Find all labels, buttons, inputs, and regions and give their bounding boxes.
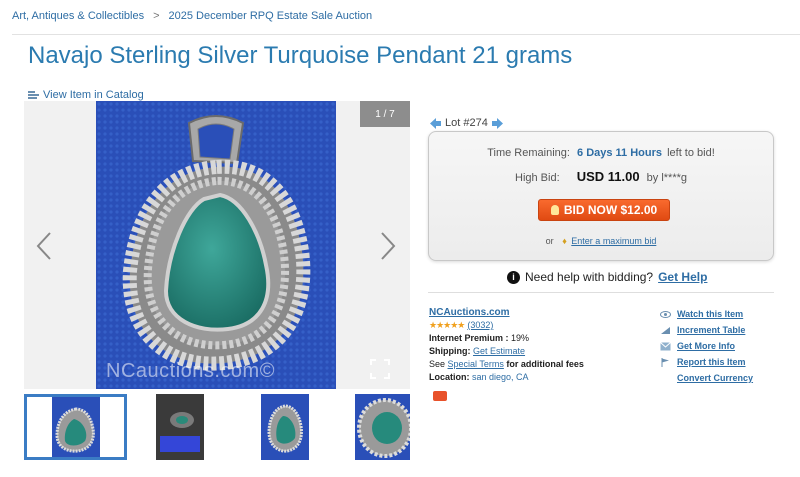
seller-name-link[interactable]: NCAuctions.com bbox=[429, 307, 510, 318]
image-counter: 1 / 7 bbox=[360, 101, 410, 127]
get-more-info-link[interactable]: Get More Info bbox=[677, 338, 735, 354]
image-viewer: 1 / 7 NCauctions.com© bbox=[24, 101, 410, 389]
chart-icon bbox=[661, 326, 670, 334]
lot-number: Lot #274 bbox=[445, 117, 488, 129]
increment-table-link[interactable]: Increment Table bbox=[677, 322, 745, 338]
arrow-right-icon[interactable] bbox=[491, 117, 503, 129]
bid-now-button[interactable]: BID NOW $12.00 bbox=[538, 199, 670, 221]
more-info-action[interactable]: Get More Info bbox=[660, 338, 753, 354]
report-item-link[interactable]: Report this Item bbox=[677, 354, 746, 370]
max-bid-icon: ♦ bbox=[562, 236, 567, 246]
thumbnail-image bbox=[52, 397, 100, 457]
breadcrumb-link-category[interactable]: Art, Antiques & Collectibles bbox=[12, 10, 144, 22]
convert-currency-link[interactable]: Convert Currency bbox=[677, 370, 753, 386]
flag-icon bbox=[661, 357, 669, 367]
time-remaining-suffix: left to bid! bbox=[667, 147, 715, 159]
high-bid-amount: USD 11.00 bbox=[576, 169, 640, 184]
seller-badge-icon bbox=[433, 391, 447, 401]
watch-item-link[interactable]: Watch this Item bbox=[677, 306, 743, 322]
or-text: or bbox=[545, 236, 554, 246]
shipping-label: Shipping: bbox=[429, 346, 471, 356]
thumbnail-1[interactable] bbox=[24, 394, 127, 460]
envelope-icon bbox=[660, 341, 671, 350]
see-text: See bbox=[429, 359, 446, 369]
report-item-action[interactable]: Report this Item bbox=[660, 354, 753, 370]
view-in-catalog-link[interactable]: View Item in Catalog bbox=[28, 89, 144, 101]
max-bid-row: or ♦ Enter a maximum bid bbox=[429, 236, 773, 246]
fees-text: for additional fees bbox=[506, 359, 584, 369]
premium-label: Internet Premium : bbox=[429, 333, 509, 343]
seller-info: NCAuctions.com ★★★★★ (3032) Internet Prem… bbox=[429, 306, 584, 384]
main-item-photo[interactable] bbox=[96, 101, 336, 389]
page-title: Navajo Sterling Silver Turquoise Pendant… bbox=[28, 42, 573, 69]
shipping-estimate-link[interactable]: Get Estimate bbox=[473, 346, 525, 356]
thumbnail-3[interactable] bbox=[261, 394, 309, 460]
thumbnail-image bbox=[355, 394, 410, 460]
lot-navigation: Lot #274 bbox=[430, 117, 503, 129]
location-label: Location: bbox=[429, 372, 470, 382]
time-remaining-row: Time Remaining: 6 Days 11 Hours left to … bbox=[429, 147, 773, 159]
lightbulb-icon bbox=[550, 205, 559, 215]
get-help-link[interactable]: Get Help bbox=[658, 270, 707, 284]
convert-currency-action[interactable]: Convert Currency bbox=[660, 370, 753, 386]
divider bbox=[12, 34, 800, 35]
thumbnail-image bbox=[156, 394, 204, 460]
breadcrumb-link-auction[interactable]: 2025 December RPQ Estate Sale Auction bbox=[169, 10, 373, 22]
time-remaining-value: 6 Days 11 Hours bbox=[577, 147, 663, 159]
high-bid-row: High Bid: USD 11.00 by l****g bbox=[429, 169, 773, 184]
view-in-catalog-label: View Item in Catalog bbox=[43, 89, 144, 101]
thumbnail-image bbox=[261, 394, 309, 460]
chevron-right-icon[interactable] bbox=[378, 231, 398, 261]
fullscreen-icon[interactable] bbox=[370, 359, 390, 379]
high-bidder: by l****g bbox=[646, 172, 687, 184]
divider bbox=[428, 292, 774, 293]
special-terms-link[interactable]: Special Terms bbox=[448, 359, 504, 369]
premium-value: 19% bbox=[511, 333, 530, 343]
time-remaining-label: Time Remaining: bbox=[487, 147, 570, 159]
pendant-image bbox=[96, 101, 336, 389]
info-icon: i bbox=[507, 270, 520, 284]
watch-item-action[interactable]: Watch this Item bbox=[660, 306, 753, 322]
bidding-help: i Need help with bidding? Get Help bbox=[507, 270, 707, 284]
star-rating: ★★★★★ bbox=[429, 320, 465, 330]
breadcrumb-separator: > bbox=[153, 10, 160, 22]
photo-watermark: NCauctions.com© bbox=[106, 360, 275, 382]
breadcrumb: Art, Antiques & Collectibles >2025 Decemb… bbox=[12, 10, 372, 22]
item-actions: Watch this Item Increment Table Get More… bbox=[660, 306, 753, 386]
location-value: san diego, CA bbox=[472, 372, 529, 382]
increment-table-action[interactable]: Increment Table bbox=[660, 322, 753, 338]
thumbnail-strip bbox=[24, 394, 410, 462]
thumbnail-2[interactable] bbox=[156, 394, 204, 460]
enter-max-bid-link[interactable]: Enter a maximum bid bbox=[571, 236, 656, 246]
bid-panel: Time Remaining: 6 Days 11 Hours left to … bbox=[428, 131, 774, 261]
bid-now-label: BID NOW $12.00 bbox=[563, 203, 658, 217]
list-icon bbox=[28, 90, 39, 100]
thumbnail-4[interactable] bbox=[355, 394, 410, 460]
arrow-left-icon[interactable] bbox=[430, 117, 441, 129]
rating-count-link[interactable]: (3032) bbox=[467, 320, 493, 330]
eye-icon bbox=[660, 310, 671, 318]
help-text: Need help with bidding? bbox=[525, 270, 654, 284]
chevron-left-icon[interactable] bbox=[34, 231, 54, 261]
high-bid-label: High Bid: bbox=[515, 172, 560, 184]
